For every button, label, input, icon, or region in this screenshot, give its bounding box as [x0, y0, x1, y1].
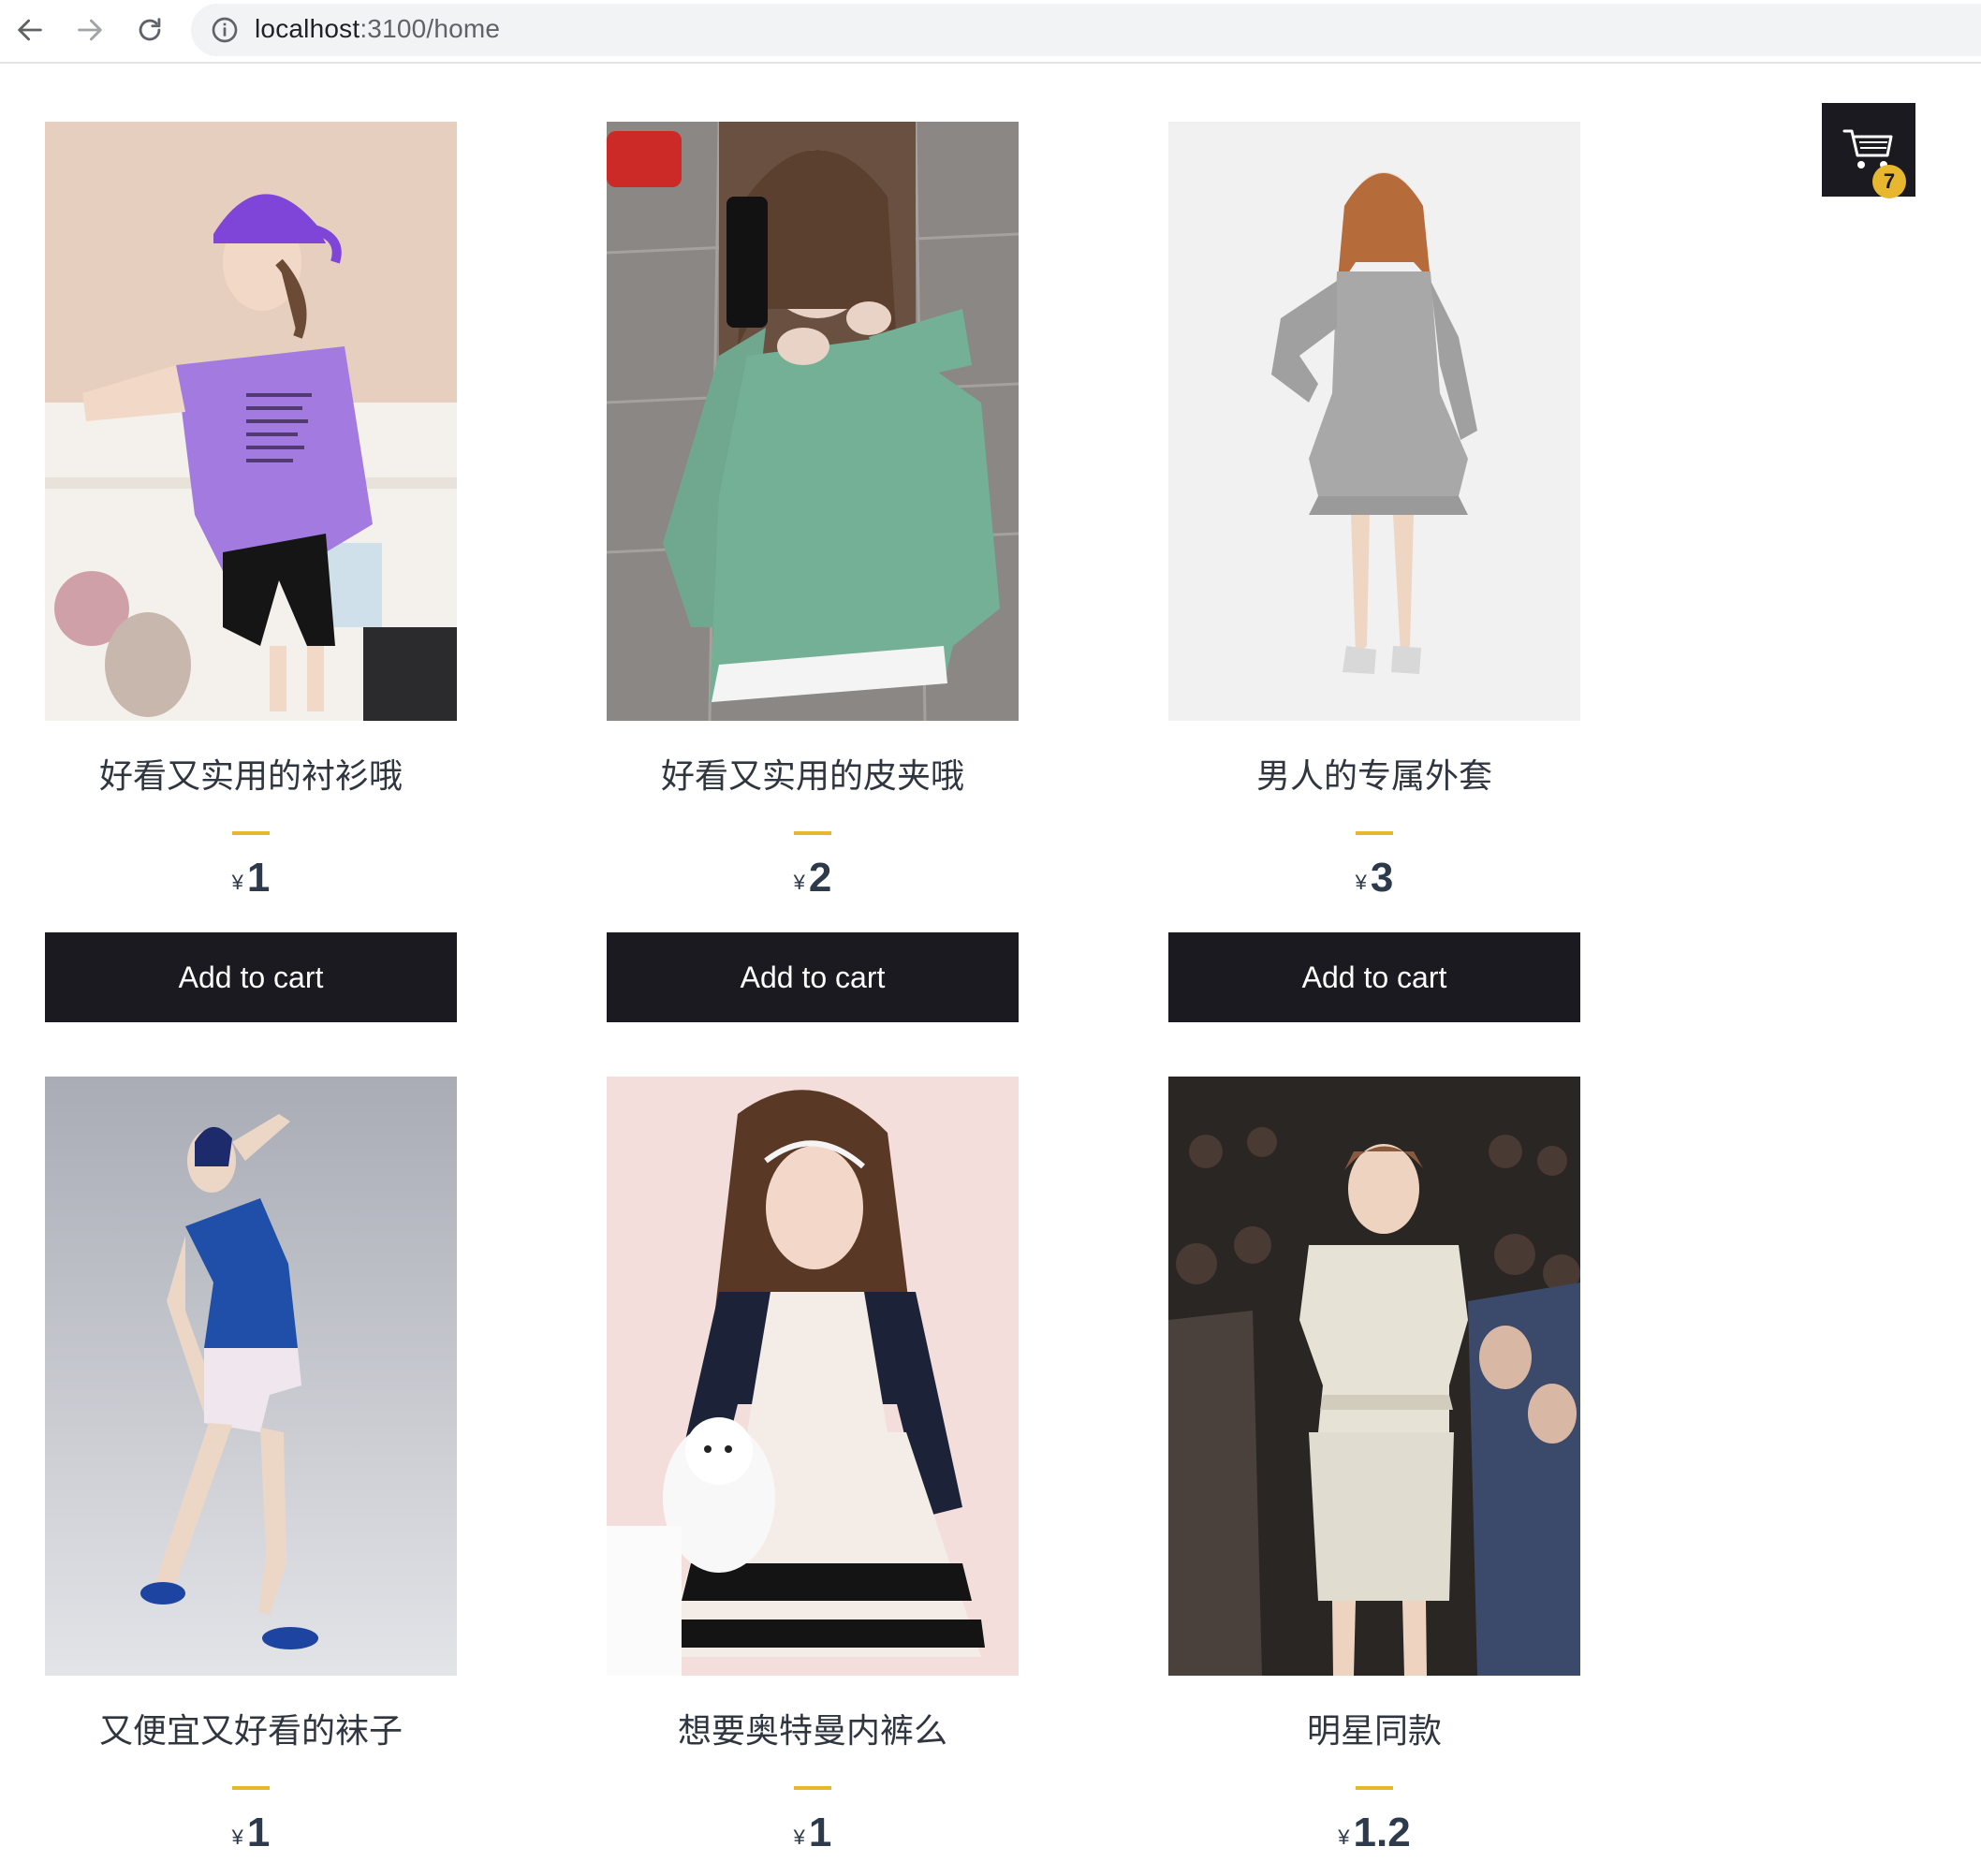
product-card: 又便宜又好看的袜子 ¥1: [45, 1077, 457, 1859]
add-to-cart-button[interactable]: Add to cart: [45, 932, 457, 1022]
product-image[interactable]: [607, 122, 1019, 721]
product-image[interactable]: [607, 1077, 1019, 1676]
arrow-left-icon: [18, 19, 42, 41]
price-amount: 1: [808, 1810, 832, 1855]
reload-button[interactable]: [129, 9, 170, 51]
product-title: 明星同款: [1306, 1712, 1442, 1751]
price-amount: 3: [1370, 855, 1394, 901]
forward-button[interactable]: [69, 9, 110, 51]
product-image[interactable]: [45, 122, 457, 721]
title-divider: [1356, 1786, 1393, 1790]
product-price: ¥1.2: [1168, 1807, 1580, 1859]
product-card: 男人的专属外套 ¥3 Add to cart: [1168, 122, 1580, 1022]
currency-symbol: ¥: [231, 871, 243, 894]
product-grid: 好看又实用的衬衫哦 ¥1 Add to cart 好看又实用的皮夹哦 ¥2 Ad…: [0, 64, 1981, 1876]
currency-symbol: ¥: [793, 1825, 805, 1849]
add-to-cart-button[interactable]: Add to cart: [1168, 932, 1580, 1022]
title-divider: [232, 1786, 270, 1790]
currency-symbol: ¥: [1338, 1825, 1350, 1849]
product-title: 好看又实用的皮夹哦: [660, 757, 964, 796]
woman-grey-dress-image: [1168, 122, 1580, 721]
product-title: 男人的专属外套: [1255, 757, 1492, 796]
product-price: ¥1: [45, 1807, 457, 1859]
woman-cardigan-dog-image: [607, 1077, 1019, 1676]
cart-button[interactable]: 7: [1822, 103, 1915, 198]
product-title: 又便宜又好看的袜子: [98, 1712, 403, 1751]
product-image[interactable]: [1168, 122, 1580, 721]
product-card: 想要奥特曼内裤么 ¥1: [607, 1077, 1019, 1859]
product-price: ¥1: [45, 852, 457, 904]
url-path: :3100/home: [360, 14, 501, 43]
woman-runway-image: [1168, 1077, 1580, 1676]
product-card: 好看又实用的衬衫哦 ¥1 Add to cart: [45, 122, 457, 1022]
price-amount: 1: [246, 855, 271, 901]
woman-blue-top-image: [45, 1077, 457, 1676]
product-title: 想要奥特曼内裤么: [677, 1712, 947, 1751]
product-card: 明星同款 ¥1.2: [1168, 1077, 1580, 1859]
title-divider: [232, 831, 270, 835]
product-title: 好看又实用的衬衫哦: [98, 757, 403, 796]
woman-purple-tshirt-image: [45, 122, 457, 721]
product-price: ¥2: [607, 852, 1019, 904]
price-amount: 2: [808, 855, 832, 901]
currency-symbol: ¥: [793, 871, 805, 894]
product-price: ¥3: [1168, 852, 1580, 904]
product-card: 好看又实用的皮夹哦 ¥2 Add to cart: [607, 122, 1019, 1022]
currency-symbol: ¥: [1355, 871, 1367, 894]
info-icon[interactable]: [210, 15, 240, 45]
url-host: localhost: [255, 14, 360, 43]
reload-icon: [139, 18, 161, 41]
arrow-right-icon: [78, 19, 102, 41]
woman-green-sweater-image: [607, 122, 1019, 721]
back-button[interactable]: [9, 9, 51, 51]
title-divider: [794, 1786, 831, 1790]
browser-toolbar: localhost:3100/home: [0, 0, 1981, 64]
cart-count-badge: 7: [1872, 165, 1906, 198]
price-amount: 1.2: [1353, 1810, 1411, 1855]
price-amount: 1: [246, 1810, 271, 1855]
currency-symbol: ¥: [231, 1825, 243, 1849]
product-image[interactable]: [45, 1077, 457, 1676]
title-divider: [1356, 831, 1393, 835]
add-to-cart-button[interactable]: Add to cart: [607, 932, 1019, 1022]
product-image[interactable]: [1168, 1077, 1580, 1676]
address-bar[interactable]: localhost:3100/home: [191, 4, 1981, 56]
title-divider: [794, 831, 831, 835]
url-text: localhost:3100/home: [255, 14, 500, 44]
product-price: ¥1: [607, 1807, 1019, 1859]
